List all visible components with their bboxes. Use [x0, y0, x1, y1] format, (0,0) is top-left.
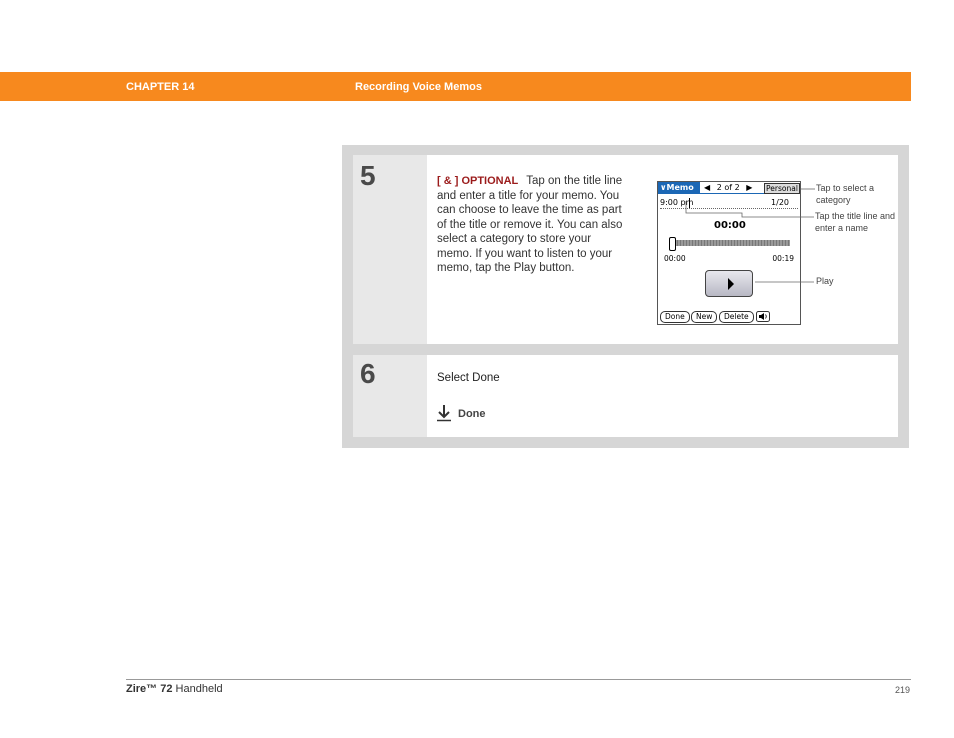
footer-product-name: Zire™ 72 Handheld	[126, 683, 223, 695]
chapter-label: CHAPTER 14	[126, 81, 195, 93]
section-title: Recording Voice Memos	[355, 81, 482, 93]
voice-memo-screen: ∨Memo ◀ 2 of 2 ▶ Personal 9:00 pm 1/20 0…	[657, 181, 801, 325]
page-number: 219	[895, 685, 911, 695]
slider-end-time: 00:19	[772, 254, 794, 263]
playback-slider-track[interactable]	[672, 240, 790, 246]
playback-slider-handle[interactable]	[669, 237, 676, 251]
play-icon	[728, 278, 734, 290]
memo-position: 2 of 2	[716, 183, 740, 192]
down-arrow-icon	[437, 405, 451, 422]
optional-tag: [ & ] OPTIONAL	[437, 175, 519, 187]
done-action-label: Done	[458, 408, 486, 420]
previous-arrow-icon[interactable]: ◀	[704, 183, 710, 192]
chapter-header-bar: CHAPTER 14 Recording Voice Memos	[0, 72, 911, 101]
step-6-number: 6	[360, 358, 376, 389]
play-button[interactable]	[705, 270, 753, 297]
step-5-body: Tap on the title line and enter a title …	[437, 175, 623, 274]
category-picker[interactable]: Personal	[764, 183, 800, 194]
callout-title-line: Tap the title line and enter a name	[815, 211, 896, 233]
device-delete-button[interactable]: Delete	[719, 311, 754, 323]
step-5-number: 5	[360, 160, 376, 191]
product-brand: Zire™ 72	[126, 683, 173, 695]
app-title-menu[interactable]: ∨Memo	[658, 182, 700, 193]
speaker-icon[interactable]	[756, 311, 770, 322]
playback-clock: 00:00	[714, 220, 746, 231]
memo-navigation: ◀ 2 of 2 ▶	[704, 183, 752, 193]
memo-count: 1/20	[771, 198, 789, 207]
text-cursor	[689, 198, 690, 208]
step-5-instructions: [ & ] OPTIONAL Tap on the title line and …	[437, 174, 627, 276]
device-done-button[interactable]: Done	[660, 311, 690, 323]
product-suffix: Handheld	[175, 683, 223, 695]
title-line[interactable]	[660, 208, 798, 209]
next-arrow-icon[interactable]: ▶	[746, 183, 752, 192]
slider-start-time: 00:00	[664, 254, 686, 263]
step-6-content	[427, 355, 898, 437]
callout-category: Tap to select a category	[816, 183, 875, 205]
footer-divider	[126, 679, 911, 680]
step-6-instructions: Select Done	[437, 372, 500, 384]
callout-play: Play	[816, 276, 834, 286]
app-title: Memo	[666, 183, 694, 192]
device-new-button[interactable]: New	[691, 311, 718, 323]
